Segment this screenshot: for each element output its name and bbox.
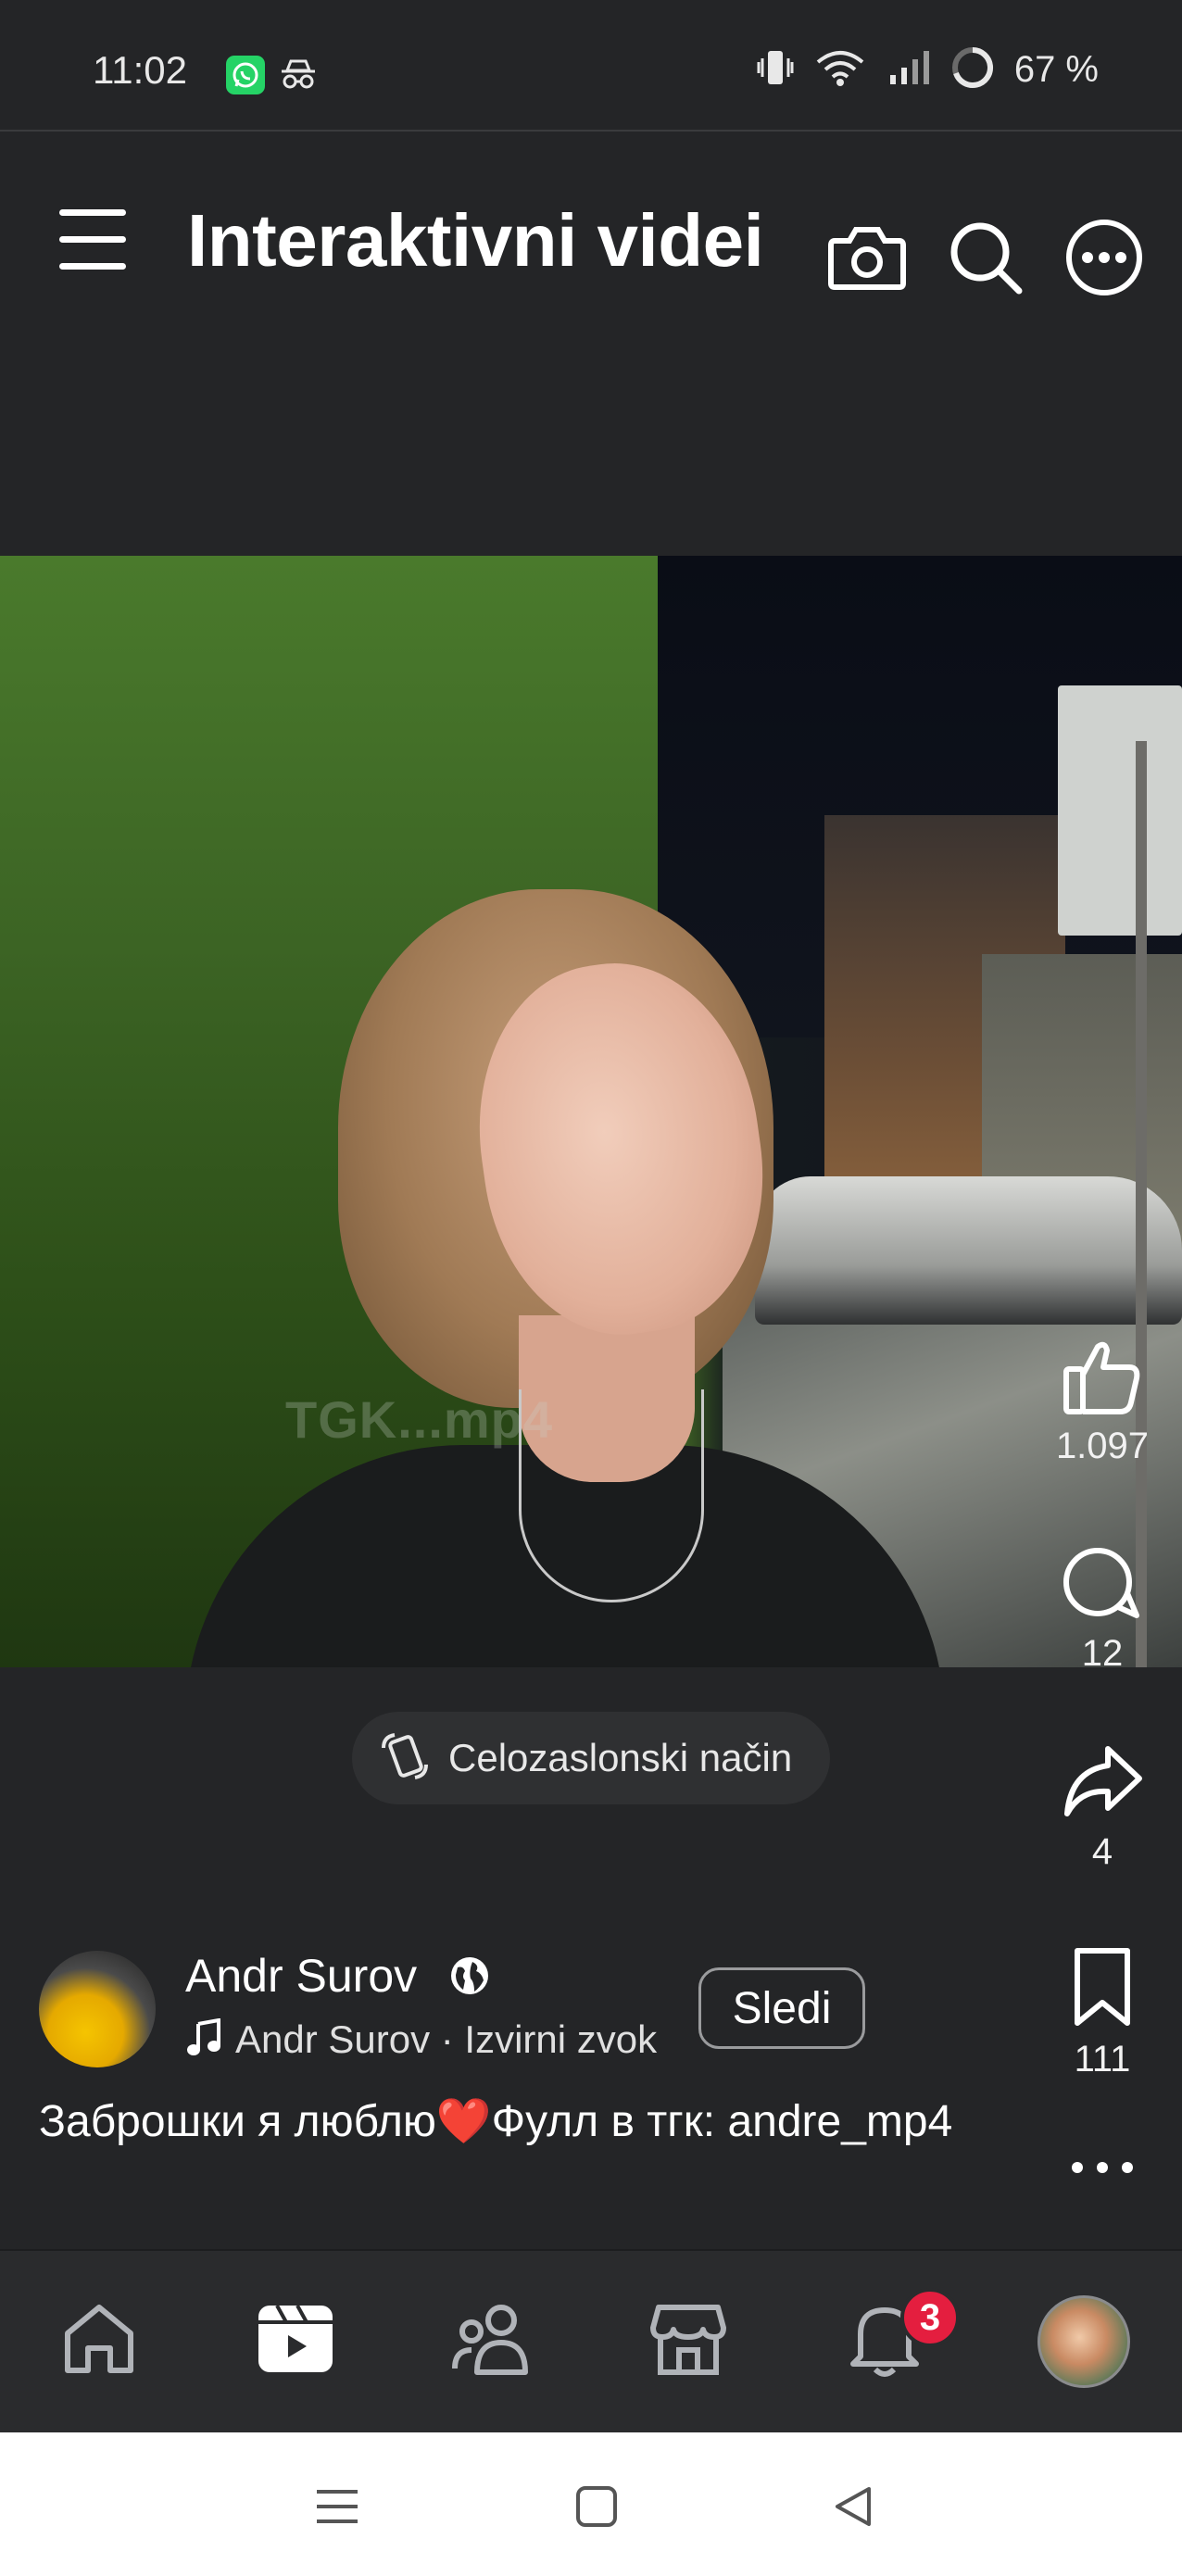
- video-controls-area: [0, 1667, 1182, 1945]
- more-options-icon[interactable]: [1047, 2149, 1158, 2186]
- search-icon[interactable]: [941, 213, 1030, 302]
- comment-icon: [1061, 1545, 1144, 1627]
- system-home-icon[interactable]: [569, 2482, 624, 2531]
- save-action[interactable]: 111: [1047, 1945, 1158, 2080]
- friends-icon[interactable]: [441, 2288, 543, 2390]
- marketplace-icon[interactable]: [637, 2288, 739, 2390]
- audio-label: Andr Surov · Izvirni zvok: [235, 2017, 658, 2061]
- page-title: Interaktivni videi: [187, 199, 764, 282]
- like-icon: [1063, 1338, 1142, 1420]
- rotate-screen-icon: [378, 1729, 432, 1788]
- signal-icon: [886, 49, 931, 91]
- video-watermark: TGK...mp4: [285, 1390, 554, 1449]
- video-frame-cars: [755, 1176, 1182, 1325]
- status-bar: 11:02 67 %: [0, 0, 1182, 132]
- recents-icon[interactable]: [309, 2482, 365, 2531]
- notification-badge: 3: [900, 2288, 960, 2347]
- audio-row[interactable]: Andr Surov · Izvirni zvok: [185, 2017, 657, 2062]
- music-note-icon: [185, 2017, 222, 2062]
- comment-action[interactable]: 12: [1047, 1545, 1158, 1675]
- share-icon: [1062, 1743, 1143, 1826]
- vibrate-icon: [757, 47, 794, 93]
- video-frame-pole: [1136, 741, 1147, 1667]
- globe-icon: [448, 1954, 491, 2002]
- battery-percent: 67 %: [1013, 49, 1099, 90]
- video-frame-sign: [1058, 685, 1182, 936]
- follow-button[interactable]: Sledi: [698, 1967, 865, 2049]
- status-time: 11:02: [93, 48, 187, 92]
- like-count: 1.097: [1055, 1426, 1150, 1466]
- save-count: 111: [1074, 2039, 1131, 2080]
- wifi-icon: [814, 49, 866, 91]
- comment-count: 12: [1081, 1633, 1124, 1674]
- bookmark-icon: [1070, 1945, 1135, 2033]
- camera-icon[interactable]: [823, 213, 912, 302]
- video-icon[interactable]: [245, 2288, 346, 2390]
- post-caption[interactable]: Заброшки я люблю❤️Фулл в тгк: andre_mp4: [39, 2095, 1021, 2149]
- like-action[interactable]: 1.097: [1047, 1338, 1158, 1467]
- profile-avatar[interactable]: [1037, 2295, 1130, 2388]
- share-count: 4: [1091, 1831, 1113, 1872]
- post-info: [0, 1927, 1182, 2247]
- author-name[interactable]: Andr Surov: [185, 1949, 417, 2003]
- fullscreen-button[interactable]: Celozaslonski način: [352, 1712, 830, 1804]
- battery-icon: [951, 46, 994, 94]
- more-icon[interactable]: [1060, 213, 1149, 302]
- bottom-nav: [0, 2249, 1182, 2432]
- video-player[interactable]: TGK...mp4: [0, 556, 1182, 1667]
- share-action[interactable]: 4: [1047, 1743, 1158, 1873]
- fullscreen-label: Celozaslonski način: [448, 1736, 793, 1779]
- menu-icon[interactable]: [57, 206, 128, 274]
- back-icon[interactable]: [824, 2482, 880, 2531]
- incognito-icon: [280, 57, 317, 91]
- app-bar: [0, 133, 1182, 554]
- whatsapp-icon: [226, 56, 265, 94]
- author-avatar[interactable]: [39, 1951, 156, 2067]
- home-icon[interactable]: [48, 2288, 150, 2390]
